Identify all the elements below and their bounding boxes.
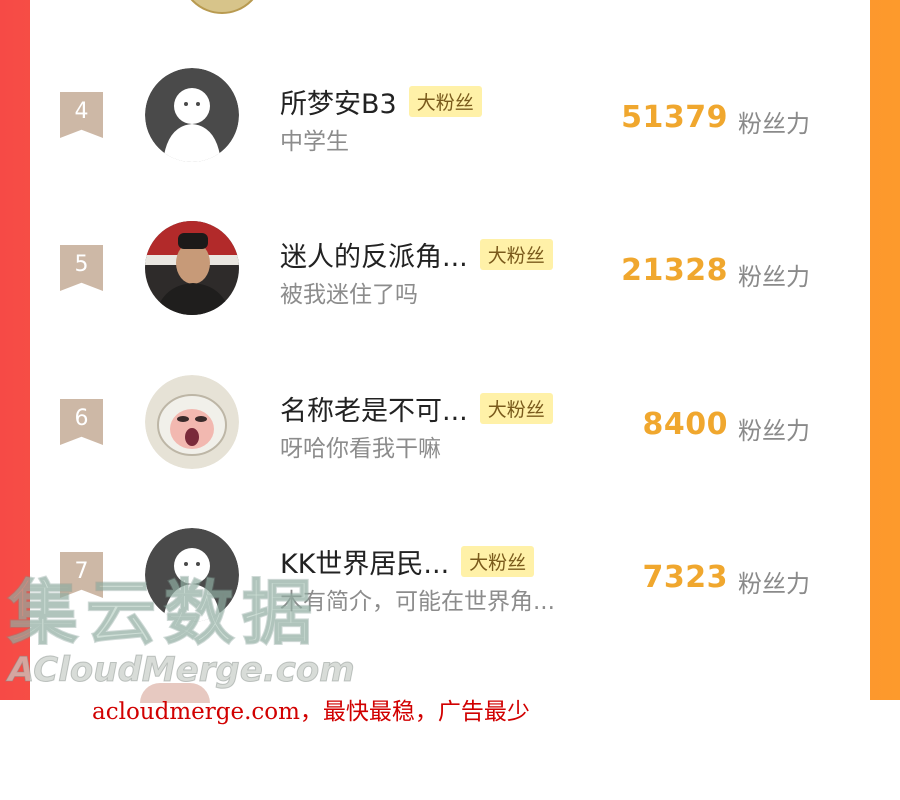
score-unit: 粉丝力	[738, 110, 810, 138]
avatar-cartoon-sheep[interactable]	[145, 375, 239, 469]
ranking-row-6[interactable]: 6 名称老是不可... 大粉丝 呀哈你看我干嘛 8400 粉丝力	[30, 367, 870, 487]
fan-score: 51379	[621, 100, 728, 135]
fan-score: 7323	[642, 560, 728, 595]
rank-badge: 6	[60, 399, 103, 445]
ranking-row-5[interactable]: 5 迷人的反派角... 大粉丝 被我迷住了吗 21328 粉丝力	[30, 213, 870, 333]
score-unit: 粉丝力	[738, 263, 810, 291]
user-bio: 被我迷住了吗	[280, 282, 418, 308]
rank-badge: 4	[60, 92, 103, 138]
watermark-domain-text: ACloudMerge.com	[8, 650, 356, 691]
ranking-row-4[interactable]: 4 所梦安B3 大粉丝 中学生 51379 粉丝力	[30, 60, 870, 180]
user-bio: 中学生	[280, 129, 349, 155]
avatar-rank-3-partial[interactable]	[180, 0, 264, 14]
fan-tag: 大粉丝	[408, 86, 482, 117]
user-name[interactable]: 迷人的反派角...	[280, 235, 468, 274]
fan-tag: 大粉丝	[479, 393, 553, 424]
watermark-logo-text: 集云数据	[7, 571, 320, 655]
user-bio: 呀哈你看我干嘛	[280, 436, 441, 462]
name-line: 迷人的反派角... 大粉丝	[280, 235, 553, 274]
avatar-photo-man[interactable]	[145, 221, 239, 315]
name-line: 名称老是不可... 大粉丝	[280, 389, 553, 428]
fan-tag: 大粉丝	[479, 239, 553, 270]
score-unit: 粉丝力	[738, 417, 810, 445]
user-bio: 木有简介，可能在世界角...	[280, 589, 555, 615]
fan-score: 21328	[621, 253, 728, 288]
name-line: 所梦安B3 大粉丝	[280, 82, 482, 121]
user-name[interactable]: 所梦安B3	[280, 82, 397, 121]
fan-score: 8400	[642, 407, 728, 442]
site-caption: acloudmerge.com，最快最稳，广告最少	[92, 699, 530, 725]
fan-tag: 大粉丝	[461, 546, 535, 577]
score-unit: 粉丝力	[738, 570, 810, 598]
avatar-ghost-default[interactable]	[145, 68, 239, 162]
user-name[interactable]: 名称老是不可...	[280, 389, 468, 428]
rank-badge: 5	[60, 245, 103, 291]
